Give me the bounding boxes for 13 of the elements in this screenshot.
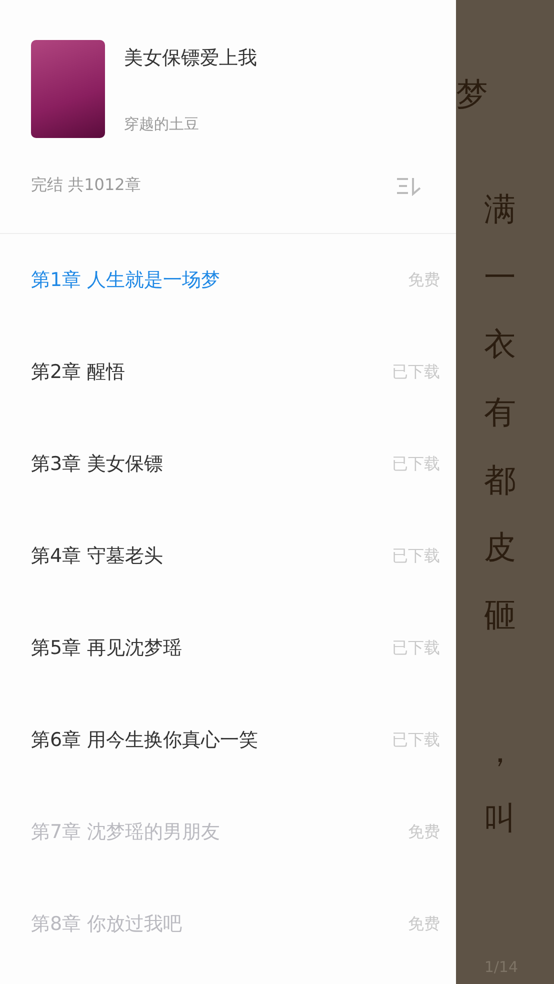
- chapter-title: 第1章 人生就是一场梦: [31, 268, 220, 293]
- sort-icon[interactable]: [396, 176, 422, 196]
- reader-text-line: ，: [484, 734, 516, 772]
- book-title: 美女保镖爱上我: [124, 46, 257, 71]
- chapter-title: 第7章 沈梦瑶的男朋友: [31, 820, 220, 845]
- chapter-title: 第2章 醒悟: [31, 360, 126, 385]
- chapter-title: 第5章 再见沈梦瑶: [31, 636, 182, 661]
- chapter-title: 第4章 守墓老头: [31, 544, 164, 569]
- chapter-title: 第8章 你放过我吧: [31, 912, 182, 937]
- book-status: 完结 共1012章: [31, 175, 141, 196]
- chapter-title: 第6章 用今生换你真心一笑: [31, 728, 258, 753]
- chapter-title: 第3章 美女保镖: [31, 452, 164, 477]
- book-author: 穿越的土豆: [124, 115, 200, 134]
